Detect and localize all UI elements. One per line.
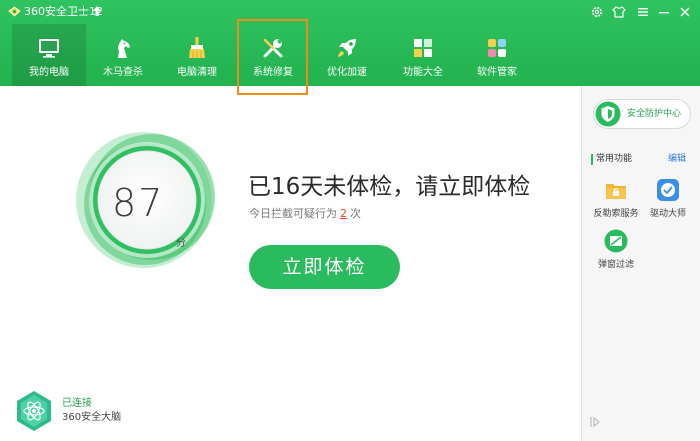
main-nav: 我的电脑 木马查杀 电脑清理 系统修复 优化加速 功能大全 软件管家 (0, 24, 700, 86)
driver-chip-icon (657, 179, 679, 201)
collapse-panel-icon[interactable] (590, 416, 600, 428)
common-tools-title: 常用功能 (596, 154, 633, 164)
tool-anti-ransomware[interactable]: 反勒索服务 (588, 178, 644, 226)
grid-icon (414, 39, 432, 57)
settings-gear-icon[interactable] (590, 5, 604, 19)
nav-label: 功能大全 (403, 67, 443, 78)
horse-icon (118, 39, 130, 58)
tool-label: 弹窗过滤 (597, 260, 634, 270)
broom-icon (189, 37, 205, 58)
nav-system-repair[interactable]: 系统修复 (236, 24, 310, 86)
nav-label: 木马查杀 (103, 67, 143, 78)
brain-name: 360安全大脑 (62, 412, 122, 423)
security-center-button[interactable]: 安全防护中心 (593, 99, 691, 129)
nav-label: 优化加速 (327, 67, 367, 78)
right-panel: 安全防护中心 常用功能 编辑 反勒索服务 驱动大师 弹窗过滤 (581, 86, 700, 441)
nav-pc-cleanup[interactable]: 电脑清理 (160, 24, 234, 86)
intercept-count-link[interactable]: 2 (337, 207, 350, 220)
upgrade-arrow-icon[interactable] (92, 5, 102, 17)
close-icon[interactable] (678, 5, 692, 19)
monitor-icon (39, 39, 59, 58)
app-blocks-icon (488, 39, 506, 57)
title-bar: 360安全卫士12 (0, 0, 700, 24)
skin-shirt-icon[interactable] (612, 5, 626, 19)
nav-my-computer[interactable]: 我的电脑 (12, 24, 86, 86)
section-accent-bar (591, 154, 593, 165)
tool-driver-master[interactable]: 驱动大师 (640, 178, 696, 226)
wrench-screwdriver-icon (263, 38, 283, 58)
folder-lock-icon (606, 184, 626, 199)
shield-icon (595, 101, 621, 127)
score-unit: 分 (176, 238, 186, 249)
app-logo-icon (8, 6, 21, 17)
start-checkup-button[interactable]: 立即体检 (249, 245, 400, 289)
nav-label: 软件管家 (477, 67, 517, 78)
nav-trojan-scan[interactable]: 木马查杀 (86, 24, 160, 86)
header-bar: 360安全卫士12 我的电脑 木马查杀 电脑清理 系统修复 优化加速 功能大全 … (0, 0, 700, 86)
rocket-icon (338, 39, 356, 57)
intercept-prefix: 今日拦截可疑行为 (249, 207, 337, 220)
nav-software-manager[interactable]: 软件管家 (460, 24, 534, 86)
brain-connection-status: 已连接 (62, 398, 92, 409)
nav-feature-hub[interactable]: 功能大全 (386, 24, 460, 86)
score-value: 87 (112, 181, 165, 225)
nav-label: 我的电脑 (29, 67, 69, 78)
security-brain-icon[interactable] (15, 390, 53, 432)
intercept-summary: 今日拦截可疑行为 2 次 (249, 207, 361, 221)
intercept-suffix: 次 (350, 207, 361, 220)
nav-label: 系统修复 (253, 67, 293, 78)
menu-icon[interactable] (636, 5, 650, 19)
minimize-icon[interactable] (657, 5, 671, 19)
tool-popup-filter[interactable]: 弹窗过滤 (588, 229, 644, 277)
tool-label: 反勒索服务 (593, 209, 639, 219)
score-ring: 87 分 (72, 125, 222, 275)
popup-block-icon (604, 229, 628, 253)
nav-optimize-speed[interactable]: 优化加速 (310, 24, 384, 86)
tool-label: 驱动大师 (649, 209, 686, 219)
checkup-headline: 已16天未体检，请立即体检 (248, 174, 531, 200)
nav-label: 电脑清理 (177, 67, 217, 78)
security-center-label: 安全防护中心 (627, 109, 682, 119)
edit-tools-link[interactable]: 编辑 (668, 153, 686, 165)
